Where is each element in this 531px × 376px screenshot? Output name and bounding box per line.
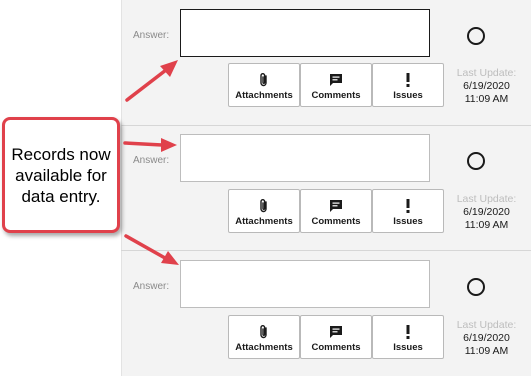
answer-input[interactable] xyxy=(180,9,430,57)
comments-button[interactable]: Comments xyxy=(300,315,372,359)
last-update-date: 6/19/2020 xyxy=(463,332,510,344)
exclamation-icon xyxy=(406,324,410,339)
last-update-date: 6/19/2020 xyxy=(463,206,510,218)
issues-label: Issues xyxy=(393,341,423,353)
attachments-label: Attachments xyxy=(235,341,293,353)
last-update: Last Update: 6/19/2020 11:09 AM xyxy=(442,67,531,106)
attachments-button[interactable]: Attachments xyxy=(228,315,300,359)
issues-button[interactable]: Issues xyxy=(372,63,444,107)
answer-label: Answer: xyxy=(133,155,170,166)
answer-label: Answer: xyxy=(133,281,170,292)
paperclip-icon xyxy=(260,72,267,86)
record-divider xyxy=(121,250,531,251)
attachments-button[interactable]: Attachments xyxy=(228,63,300,107)
comments-button[interactable]: Comments xyxy=(300,189,372,233)
answer-label: Answer: xyxy=(133,30,170,41)
attachments-button[interactable]: Attachments xyxy=(228,189,300,233)
last-update-label: Last Update: xyxy=(456,67,517,79)
status-radio[interactable] xyxy=(467,27,485,45)
answer-input[interactable] xyxy=(180,260,430,308)
last-update-date: 6/19/2020 xyxy=(463,80,510,92)
attachments-label: Attachments xyxy=(235,89,293,101)
last-update-time: 11:09 AM xyxy=(464,345,509,357)
answer-input[interactable] xyxy=(180,134,430,182)
paperclip-icon xyxy=(260,198,267,212)
issues-label: Issues xyxy=(393,89,423,101)
comment-icon xyxy=(330,199,342,212)
last-update: Last Update: 6/19/2020 11:09 AM xyxy=(442,319,531,358)
exclamation-icon xyxy=(406,72,410,87)
last-update-label: Last Update: xyxy=(456,193,517,205)
comment-icon xyxy=(330,73,342,86)
attachments-label: Attachments xyxy=(235,215,293,227)
issues-button[interactable]: Issues xyxy=(372,189,444,233)
exclamation-icon xyxy=(406,198,410,213)
last-update-time: 11:09 AM xyxy=(464,93,509,105)
issues-label: Issues xyxy=(393,215,423,227)
paperclip-icon xyxy=(260,324,267,338)
comments-label: Comments xyxy=(311,341,361,353)
record-divider xyxy=(121,125,531,126)
last-update-label: Last Update: xyxy=(456,319,517,331)
comments-label: Comments xyxy=(311,215,361,227)
callout-text: Records now available for data entry. xyxy=(11,144,111,206)
last-update: Last Update: 6/19/2020 11:09 AM xyxy=(442,193,531,232)
comments-button[interactable]: Comments xyxy=(300,63,372,107)
status-radio[interactable] xyxy=(467,152,485,170)
comments-label: Comments xyxy=(311,89,361,101)
comment-icon xyxy=(330,325,342,338)
status-radio[interactable] xyxy=(467,278,485,296)
issues-button[interactable]: Issues xyxy=(372,315,444,359)
annotation-callout: Records now available for data entry. xyxy=(2,117,120,233)
last-update-time: 11:09 AM xyxy=(464,219,509,231)
